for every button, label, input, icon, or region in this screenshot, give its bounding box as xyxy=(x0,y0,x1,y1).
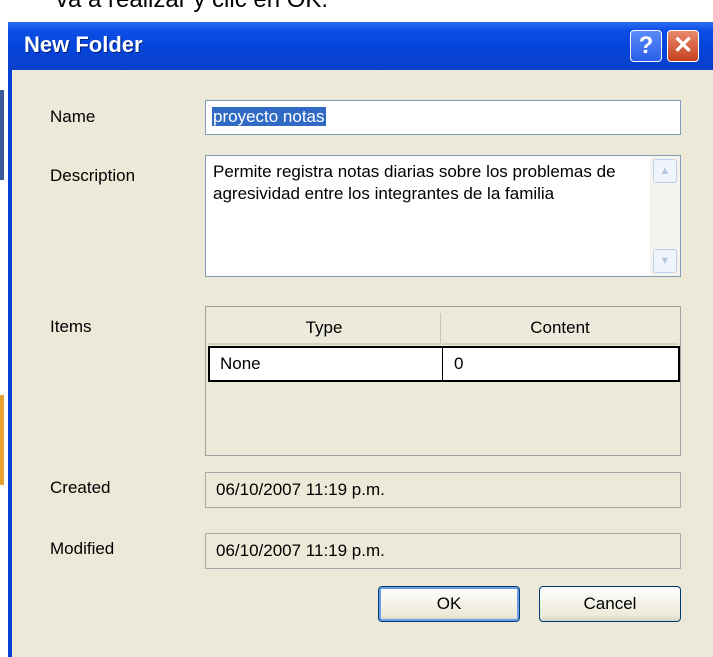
modified-field: 06/10/2007 11:19 p.m. xyxy=(205,533,681,569)
created-label: Created xyxy=(50,478,111,497)
new-folder-dialog: New Folder ? ✕ Name proyecto notas Descr… xyxy=(8,22,713,657)
title-bar[interactable]: New Folder ? ✕ xyxy=(8,22,713,70)
table-cell-type: None xyxy=(210,348,443,380)
name-input[interactable]: proyecto notas xyxy=(205,100,681,135)
dialog-title: New Folder xyxy=(24,32,143,57)
close-button[interactable]: ✕ xyxy=(667,30,699,62)
ok-button[interactable]: OK xyxy=(378,586,520,622)
background-caption: va a realizar y clic en OK. xyxy=(56,0,328,14)
modified-label: Modified xyxy=(50,539,115,558)
close-icon: ✕ xyxy=(672,32,694,59)
description-text: Permite registra notas diarias sobre los… xyxy=(213,162,616,203)
cancel-button[interactable]: Cancel xyxy=(539,586,681,622)
background-edge xyxy=(0,90,4,180)
name-value: proyecto notas xyxy=(212,107,326,126)
scroll-down-icon[interactable]: ▼ xyxy=(653,249,677,273)
dialog-body: Name proyecto notas Description Permite … xyxy=(12,70,713,657)
help-icon: ? xyxy=(638,32,654,59)
table-row[interactable]: None 0 xyxy=(208,346,680,382)
table-cell-content: 0 xyxy=(454,354,464,373)
description-scrollbar[interactable]: ▲ ▼ xyxy=(650,156,680,276)
scroll-up-icon[interactable]: ▲ xyxy=(653,159,677,183)
column-header-content[interactable]: Content xyxy=(442,313,678,345)
items-label: Items xyxy=(50,317,92,336)
description-textarea[interactable]: Permite registra notas diarias sobre los… xyxy=(205,155,681,277)
created-field: 06/10/2007 11:19 p.m. xyxy=(205,472,681,508)
name-label: Name xyxy=(50,107,96,126)
column-header-type[interactable]: Type xyxy=(208,313,441,345)
help-button[interactable]: ? xyxy=(630,30,662,62)
description-label: Description xyxy=(50,166,136,185)
items-table: Type Content None 0 xyxy=(205,306,681,456)
background-edge xyxy=(0,395,4,485)
